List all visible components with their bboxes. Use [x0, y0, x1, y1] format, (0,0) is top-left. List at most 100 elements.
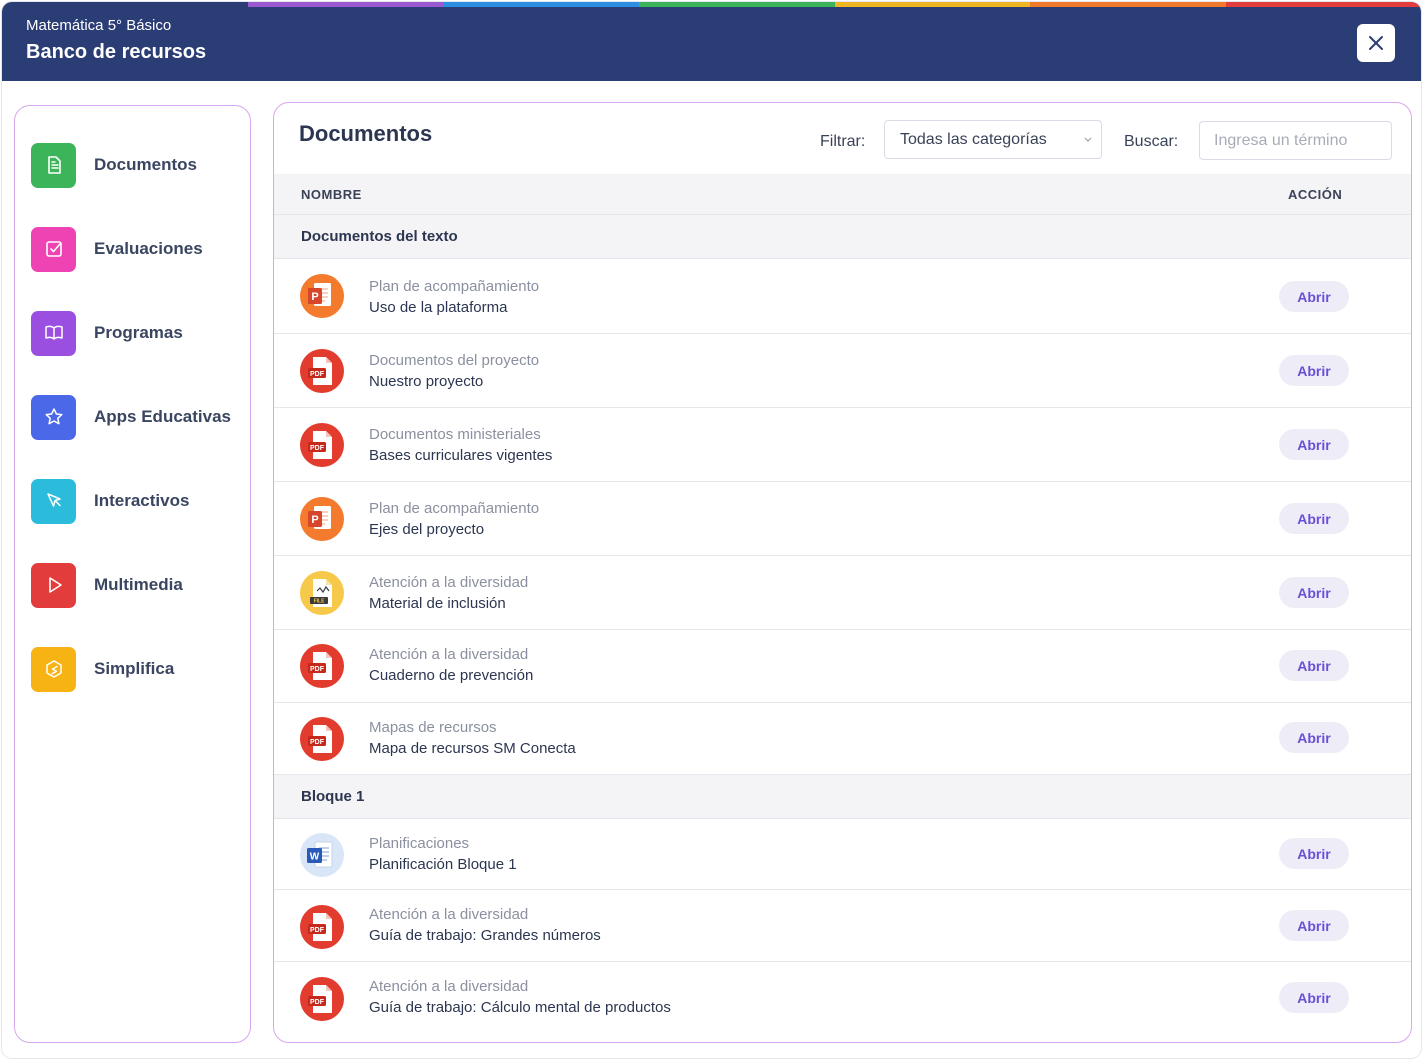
document-category: Planificaciones [369, 835, 470, 852]
cursor-icon [31, 478, 76, 524]
document-category: Documentos ministeriales [369, 426, 541, 443]
document-category: Atención a la diversidad [369, 906, 529, 923]
open-button[interactable]: Abrir [1279, 577, 1349, 608]
svg-text:PDF: PDF [310, 666, 325, 673]
svg-text:FILE: FILE [314, 599, 325, 605]
rainbow-segment [248, 2, 444, 7]
document-category: Atención a la diversidad [369, 978, 529, 995]
document-category: Plan de acompañamiento [369, 500, 540, 517]
svg-text:P: P [311, 514, 318, 526]
close-button[interactable] [1357, 24, 1395, 62]
svg-text:P: P [311, 291, 318, 303]
open-button[interactable]: Abrir [1279, 429, 1349, 460]
sidebar-item-label: Simplifica [94, 659, 175, 678]
sidebar-item-label: Programas [94, 323, 183, 342]
pdf-icon: PDF [300, 977, 344, 1021]
category-filter-select[interactable]: Todas las categorías [884, 120, 1102, 159]
svg-text:PDF: PDF [310, 927, 325, 934]
table-row: W Planificaciones Planificación Bloque 1… [274, 819, 1411, 890]
document-name: Mapa de recursos SM Conecta [369, 740, 576, 757]
table-row: P Plan de acompañamiento Uso de la plata… [274, 259, 1411, 334]
section-header: Documentos del texto [274, 215, 1411, 259]
sidebar-item-programas[interactable]: Programas [31, 310, 241, 356]
svg-text:PDF: PDF [310, 371, 325, 378]
checkbox-icon [31, 226, 76, 272]
search-input[interactable] [1199, 121, 1392, 160]
search-label: Buscar: [1124, 133, 1179, 150]
document-category: Atención a la diversidad [369, 574, 529, 591]
svg-text:PDF: PDF [310, 739, 325, 746]
document-icon [31, 142, 76, 188]
table-row: P Plan de acompañamiento Ejes del proyec… [274, 482, 1411, 556]
sidebar-item-simplifica[interactable]: Simplifica [31, 646, 241, 692]
open-button[interactable]: Abrir [1279, 982, 1349, 1013]
resource-bank-window: Matemática 5° Básico Banco de recursos D… [2, 2, 1421, 1058]
header-subtitle: Matemática 5° Básico [26, 17, 172, 34]
sidebar-item-multimedia[interactable]: Multimedia [31, 562, 241, 608]
document-category: Documentos del proyecto [369, 352, 540, 369]
chevron-down-icon [1084, 137, 1092, 142]
page-title: Documentos [299, 121, 433, 146]
document-category: Mapas de recursos [369, 719, 497, 736]
svg-text:W: W [310, 852, 320, 863]
sidebar-item-documentos[interactable]: Documentos [31, 142, 241, 188]
table-row: PDF Documentos del proyecto Nuestro proy… [274, 334, 1411, 408]
section-header: Bloque 1 [274, 775, 1411, 819]
filter-value: Todas las categorías [900, 130, 1047, 148]
pdf-icon: PDF [300, 717, 344, 761]
play-icon [31, 562, 76, 608]
close-icon [1369, 36, 1383, 50]
table-row: PDF Atención a la diversidad Guía de tra… [274, 890, 1411, 962]
open-button[interactable]: Abrir [1279, 722, 1349, 753]
ppt-icon: P [300, 497, 344, 541]
column-header-action: ACCIÓN [1288, 187, 1343, 202]
simplifica-icon [31, 646, 76, 692]
star-icon [31, 394, 76, 440]
svg-text:PDF: PDF [310, 445, 325, 452]
header: Matemática 5° Básico Banco de recursos [2, 2, 1421, 81]
document-name: Cuaderno de prevención [369, 667, 534, 684]
table-header: NOMBRE ACCIÓN [274, 174, 1411, 215]
sidebar-item-label: Documentos [94, 155, 197, 174]
word-icon: W [300, 833, 344, 877]
rainbow-segment [639, 2, 835, 7]
table-row: PDF Mapas de recursos Mapa de recursos S… [274, 703, 1411, 775]
documents-panel: Documentos Filtrar: Todas las categorías… [273, 102, 1412, 1043]
open-button[interactable]: Abrir [1279, 355, 1349, 386]
rainbow-segment [1225, 2, 1421, 7]
open-button[interactable]: Abrir [1279, 650, 1349, 681]
sidebar-item-label: Evaluaciones [94, 239, 203, 258]
filter-label: Filtrar: [820, 133, 866, 150]
ppt-icon: P [300, 274, 344, 318]
open-button[interactable]: Abrir [1279, 910, 1349, 941]
document-name: Material de inclusión [369, 595, 506, 612]
pdf-icon: PDF [300, 349, 344, 393]
document-name: Guía de trabajo: Cálculo mental de produ… [369, 999, 671, 1016]
rainbow-segment [1030, 2, 1226, 7]
document-name: Ejes del proyecto [369, 521, 485, 538]
rainbow-segment [443, 2, 639, 7]
open-button[interactable]: Abrir [1279, 838, 1349, 869]
open-button[interactable]: Abrir [1279, 281, 1349, 312]
sidebar-item-evaluaciones[interactable]: Evaluaciones [31, 226, 241, 272]
table-row: FILE Atención a la diversidad Material d… [274, 556, 1411, 630]
document-name: Uso de la plataforma [369, 299, 508, 316]
rainbow-bar [248, 2, 1421, 7]
svg-text:PDF: PDF [310, 999, 325, 1006]
document-name: Guía de trabajo: Grandes números [369, 927, 601, 944]
document-category: Plan de acompañamiento [369, 278, 540, 295]
document-name: Planificación Bloque 1 [369, 856, 517, 873]
sidebar-item-label: Apps Educativas [94, 407, 231, 426]
sidebar-item-apps-educativas[interactable]: Apps Educativas [31, 394, 241, 440]
document-name: Bases curriculares vigentes [369, 447, 553, 464]
section-title: Documentos del texto [301, 228, 458, 245]
sidebar-item-label: Interactivos [94, 491, 190, 510]
sidebar: Documentos Evaluaciones Programas Apps E… [14, 105, 251, 1043]
sidebar-item-interactivos[interactable]: Interactivos [31, 478, 241, 524]
table-row: PDF Atención a la diversidad Cuaderno de… [274, 630, 1411, 703]
sidebar-item-label: Multimedia [94, 575, 183, 594]
document-category: Atención a la diversidad [369, 646, 529, 663]
section-title: Bloque 1 [301, 788, 365, 805]
open-button[interactable]: Abrir [1279, 503, 1349, 534]
rainbow-segment [834, 2, 1030, 7]
